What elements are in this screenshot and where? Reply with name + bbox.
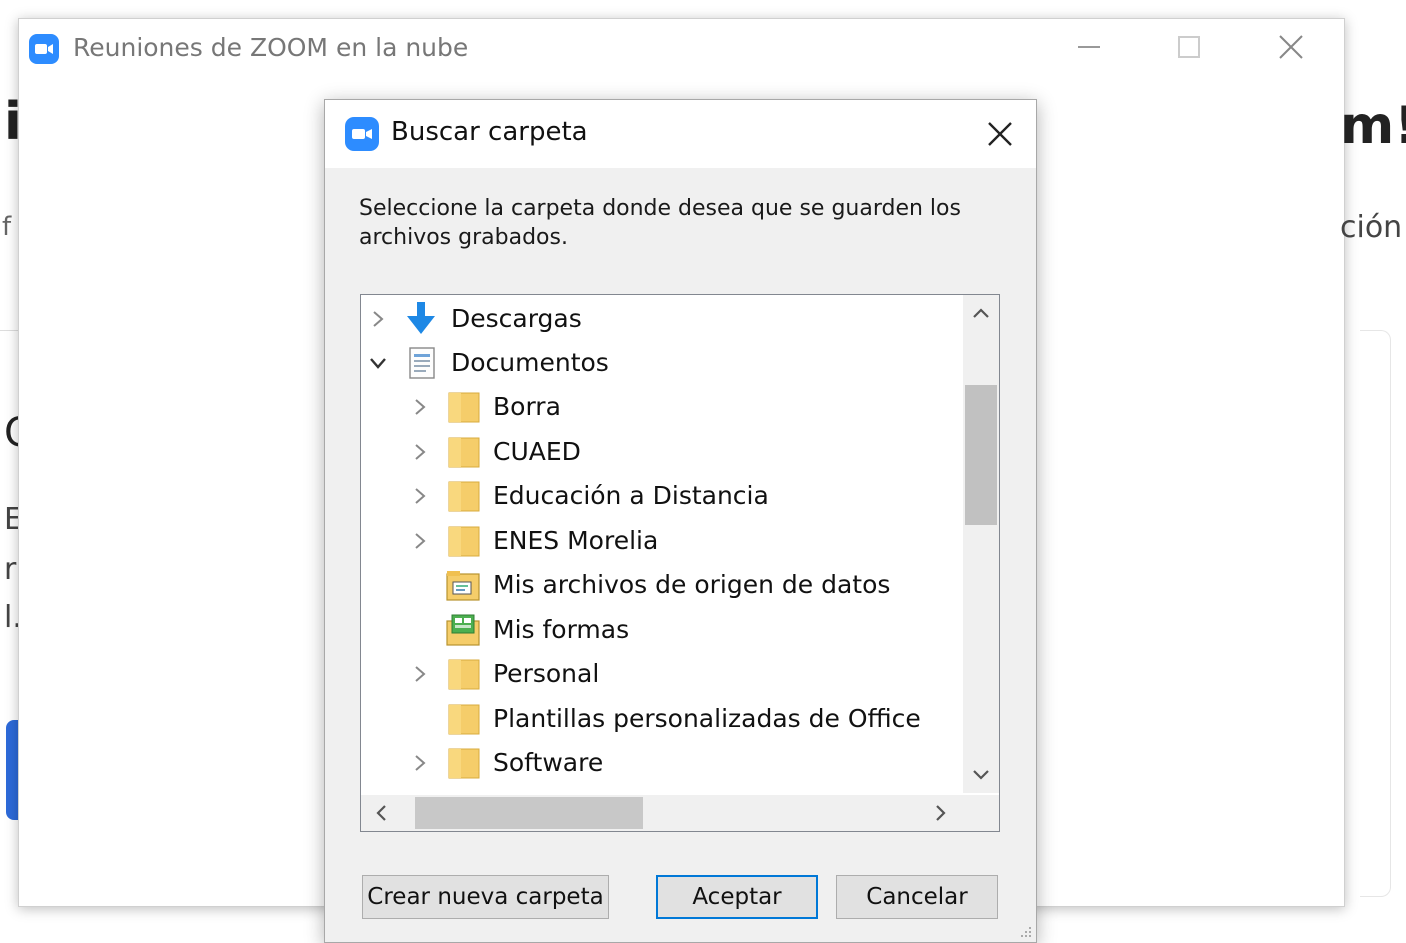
folder-tree[interactable]: Descargas Documentos Borra CUAED Educaci… [360, 294, 1000, 832]
tree-item-enes-morelia[interactable]: ENES Morelia [361, 519, 961, 563]
close-icon[interactable] [978, 112, 1022, 156]
data-source-folder-icon [445, 568, 481, 602]
tree-item-label: Educación a Distancia [493, 481, 769, 510]
chevron-right-icon[interactable] [365, 305, 391, 333]
tree-item-educacion-a-distancia[interactable]: Educación a Distancia [361, 474, 961, 518]
chevron-right-icon[interactable] [407, 527, 433, 555]
chevron-down-icon[interactable] [963, 757, 999, 793]
download-arrow-icon [403, 302, 439, 336]
chevron-right-icon[interactable] [407, 393, 433, 421]
folder-icon [447, 435, 483, 469]
tree-item-descargas[interactable]: Descargas [361, 297, 961, 341]
tree-item-label: Borra [493, 392, 561, 421]
tree-item-label: Descargas [451, 304, 582, 333]
vertical-scrollbar[interactable] [963, 295, 999, 793]
tree-item-software[interactable]: Software [361, 741, 961, 785]
chevron-down-icon[interactable] [365, 349, 391, 377]
tree-item-label: CUAED [493, 437, 581, 466]
tree-item-label: ENES Morelia [493, 526, 659, 555]
new-folder-button[interactable]: Crear nueva carpeta [362, 875, 609, 919]
tree-item-personal[interactable]: Personal [361, 652, 961, 696]
dialog-titlebar: Buscar carpeta [325, 100, 1036, 168]
tree-item-mis-archivos-de-origen-de-datos[interactable]: Mis archivos de origen de datos [361, 563, 961, 607]
forms-folder-icon [445, 613, 481, 647]
tree-item-label: Software [493, 748, 604, 777]
tree-item-label: Personal [493, 659, 600, 688]
zoom-window-title: Reuniones de ZOOM en la nube [73, 33, 469, 62]
zoom-titlebar: Reuniones de ZOOM en la nube [19, 19, 1344, 75]
close-icon[interactable] [1271, 27, 1311, 67]
tree-item-borra[interactable]: Borra [361, 385, 961, 429]
tree-item-label: Documentos [451, 348, 609, 377]
folder-icon [447, 524, 483, 558]
ok-button[interactable]: Aceptar [656, 875, 818, 919]
folder-icon [447, 746, 483, 780]
folder-icon [447, 479, 483, 513]
browse-folder-dialog: Buscar carpeta Seleccione la carpeta don… [324, 99, 1037, 943]
background-fragment: m! [1340, 96, 1406, 156]
folder-tree-list: Descargas Documentos Borra CUAED Educaci… [361, 295, 963, 793]
tree-item-mis-formas[interactable]: Mis formas [361, 608, 961, 652]
background-fragment: r [4, 552, 17, 587]
vertical-scroll-thumb[interactable] [965, 385, 997, 525]
folder-icon [447, 657, 483, 691]
document-icon [405, 346, 441, 380]
chevron-left-icon[interactable] [363, 795, 399, 831]
dialog-description: Seleccione la carpeta donde desea que se… [359, 196, 961, 250]
tree-item-label: Plantillas personalizadas de Office [493, 704, 921, 733]
horizontal-scrollbar[interactable] [361, 795, 963, 831]
resize-grip-icon[interactable] [1018, 924, 1032, 938]
horizontal-scroll-thumb[interactable] [415, 797, 643, 829]
tree-item-plantillas-personalizadas[interactable]: Plantillas personalizadas de Office [361, 697, 961, 741]
cancel-button[interactable]: Cancelar [836, 875, 998, 919]
dialog-title: Buscar carpeta [391, 117, 588, 147]
folder-icon [447, 390, 483, 424]
tree-item-label: Mis formas [493, 615, 630, 644]
tree-item-label: Mis archivos de origen de datos [493, 570, 891, 599]
chevron-right-icon[interactable] [923, 795, 959, 831]
tree-item-documentos[interactable]: Documentos [361, 341, 961, 385]
chevron-right-icon[interactable] [407, 749, 433, 777]
zoom-camera-icon [29, 34, 59, 64]
maximize-icon[interactable] [1169, 27, 1209, 67]
background-fragment: f [2, 212, 12, 242]
chevron-right-icon[interactable] [407, 482, 433, 510]
background-card [1360, 330, 1391, 897]
chevron-up-icon[interactable] [963, 295, 999, 331]
folder-icon [447, 702, 483, 736]
background-divider [0, 330, 20, 331]
background-fragment: ción [1340, 210, 1403, 245]
scrollbar-corner [963, 795, 999, 831]
chevron-right-icon[interactable] [407, 438, 433, 466]
zoom-camera-icon [345, 117, 379, 151]
minimize-icon[interactable] [1069, 27, 1109, 67]
chevron-right-icon[interactable] [407, 660, 433, 688]
tree-item-cuaed[interactable]: CUAED [361, 430, 961, 474]
